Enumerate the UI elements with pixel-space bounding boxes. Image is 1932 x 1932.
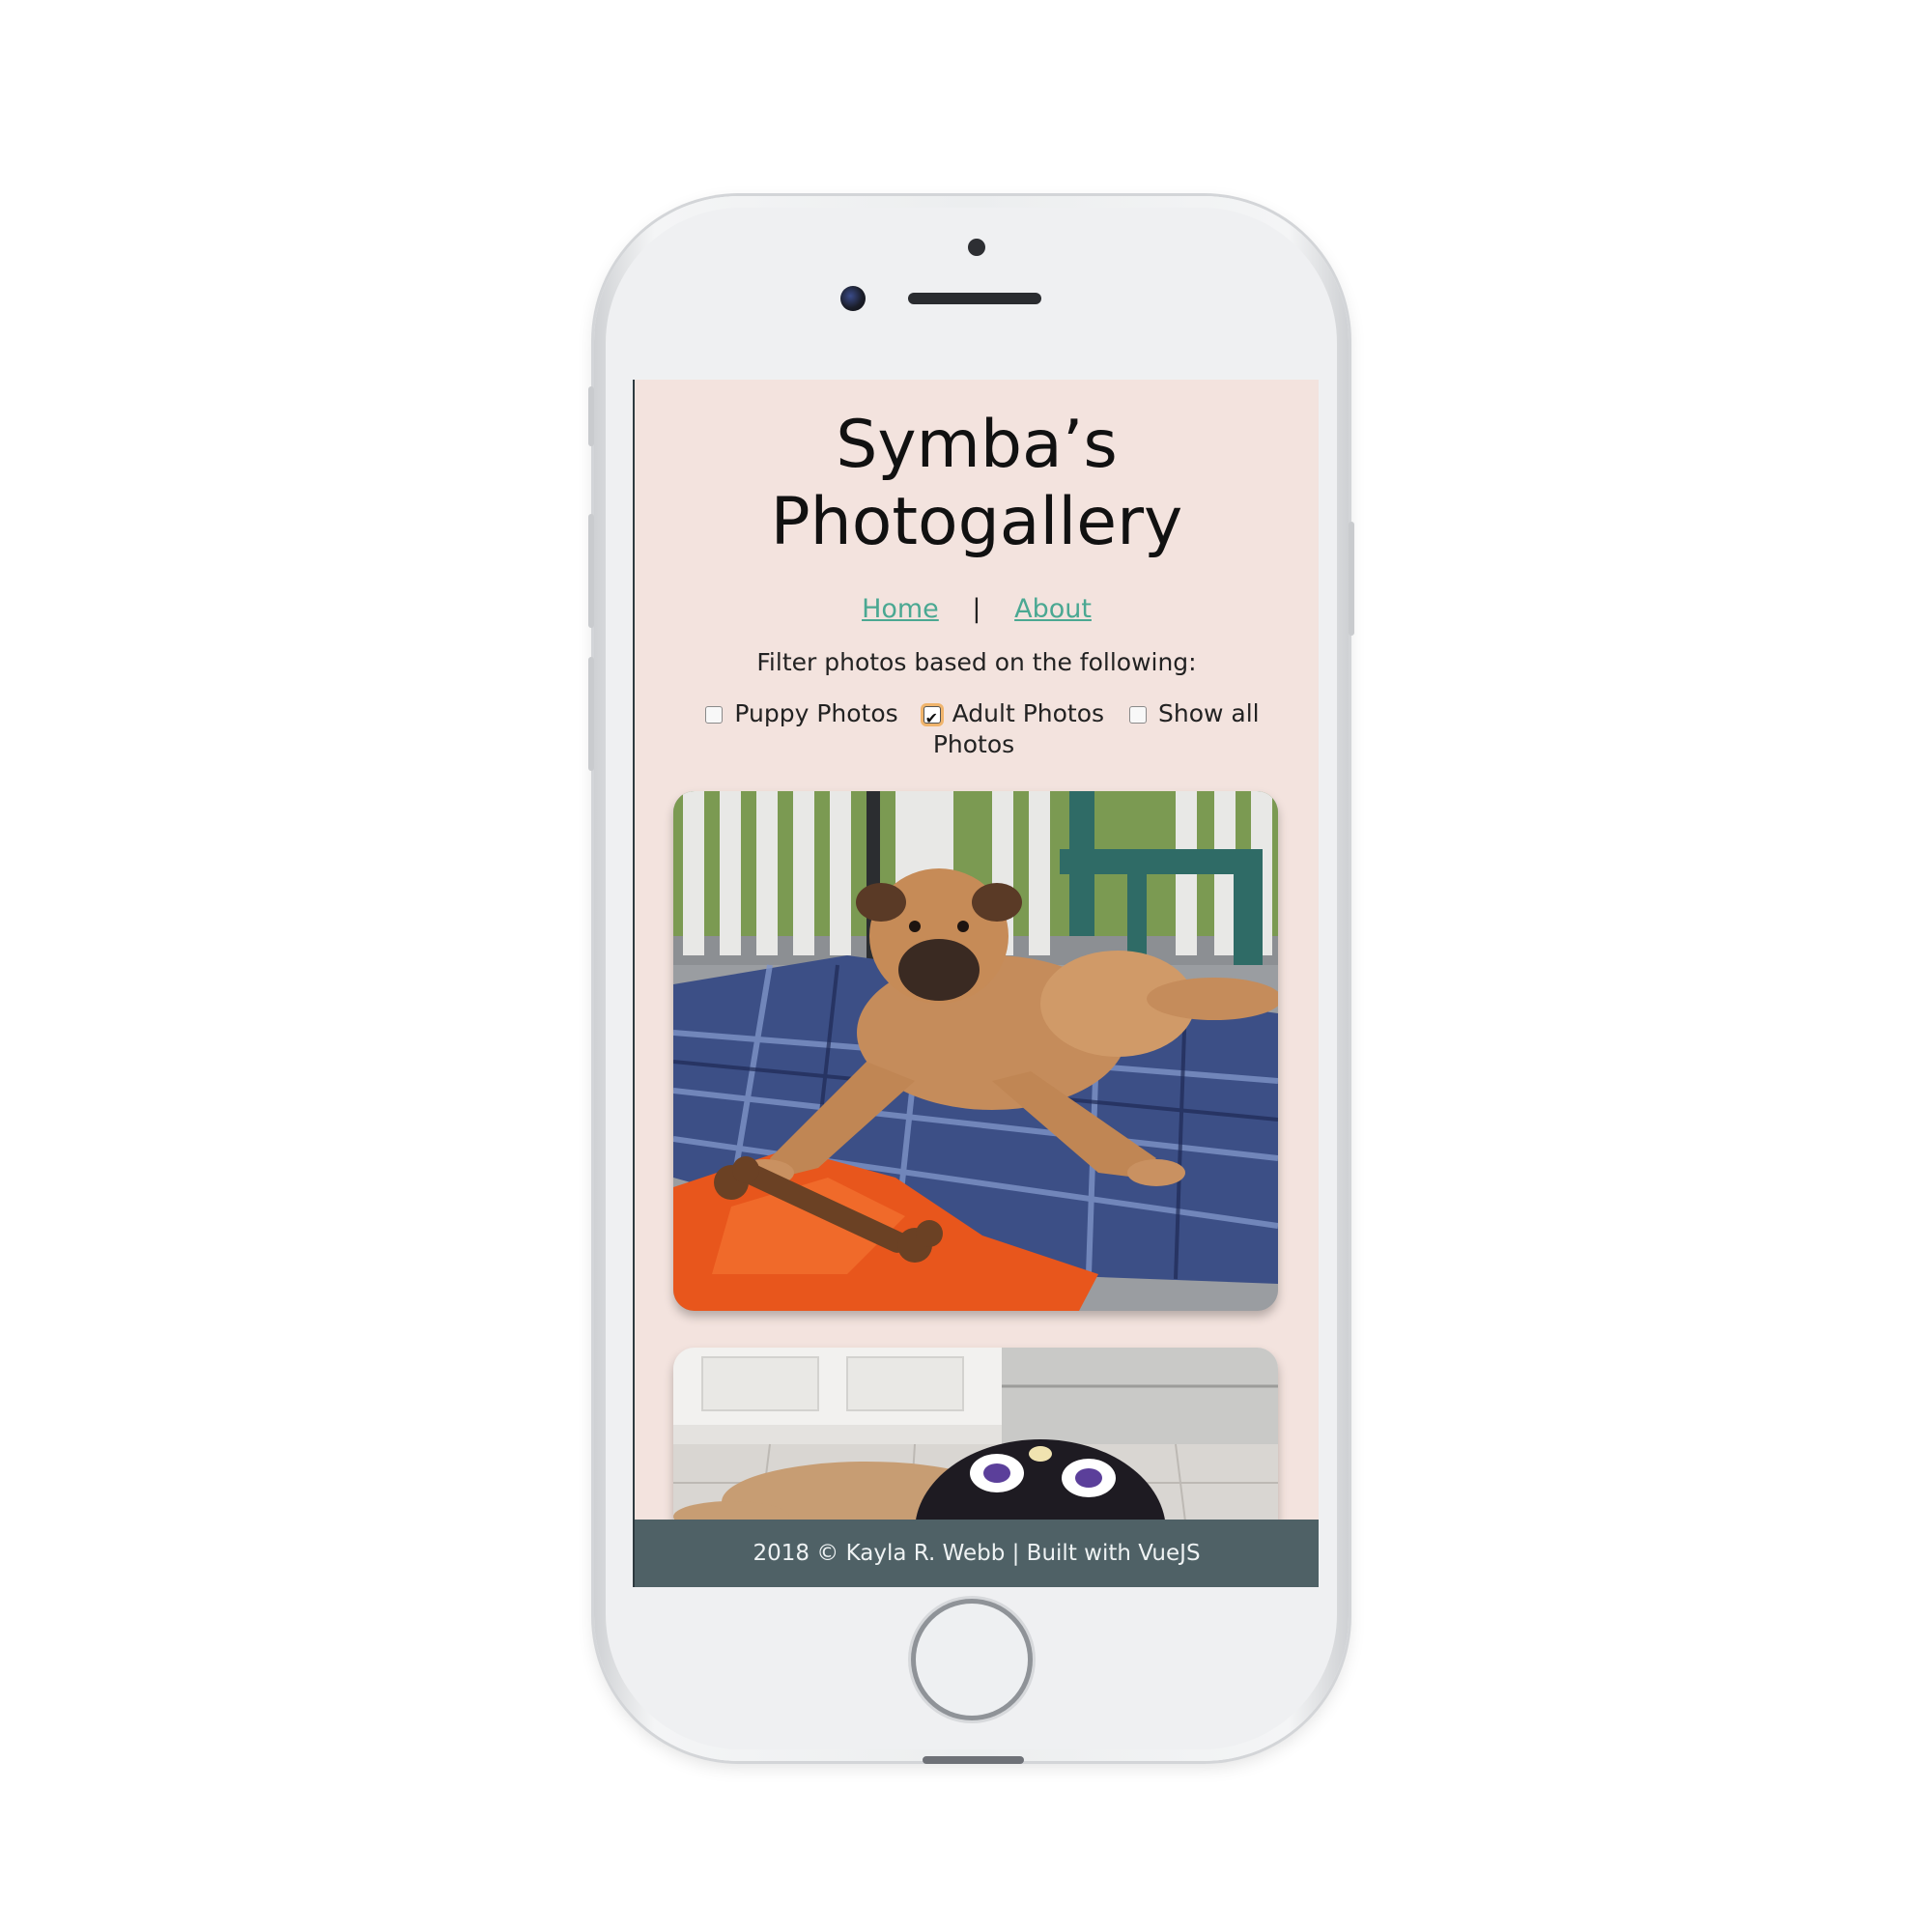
nav-link-home[interactable]: Home [862, 594, 939, 624]
gallery-photo[interactable] [673, 791, 1278, 1311]
bottom-edge [923, 1756, 1024, 1764]
mute-switch [588, 386, 594, 446]
page-footer: 2018 © Kayla R. Webb | Built with VueJS [635, 1520, 1319, 1587]
filter-adult[interactable]: Adult Photos [923, 699, 1112, 734]
power-button [1349, 522, 1354, 636]
show-all-photos-checkbox[interactable] [1129, 706, 1147, 724]
proximity-sensor [968, 239, 985, 256]
filter-options: Puppy Photos Adult Photos Show all Photo… [673, 698, 1292, 760]
filter-prompt: Filter photos based on the following: [756, 648, 1197, 676]
adult-photos-checkbox[interactable] [923, 703, 941, 734]
volume-down-button [588, 657, 594, 771]
puppy-photos-label: Puppy Photos [734, 699, 898, 727]
filter-puppy[interactable]: Puppy Photos [705, 699, 905, 727]
nav-separator: | [972, 594, 981, 624]
nav-link-about[interactable]: About [1014, 594, 1092, 624]
dog-on-blanket-image [673, 791, 1278, 1311]
puppy-photos-checkbox[interactable] [705, 706, 724, 724]
earpiece-speaker [908, 293, 1041, 304]
home-button[interactable] [916, 1604, 1028, 1716]
volume-up-button [588, 514, 594, 628]
phone-screen: Symba’s Photogallery Home | About Filter… [633, 380, 1319, 1587]
page-title: Symba’s Photogallery [770, 407, 1183, 560]
adult-photos-label: Adult Photos [952, 699, 1105, 727]
front-camera-icon [840, 286, 866, 311]
main-nav: Home | About [635, 592, 1319, 627]
